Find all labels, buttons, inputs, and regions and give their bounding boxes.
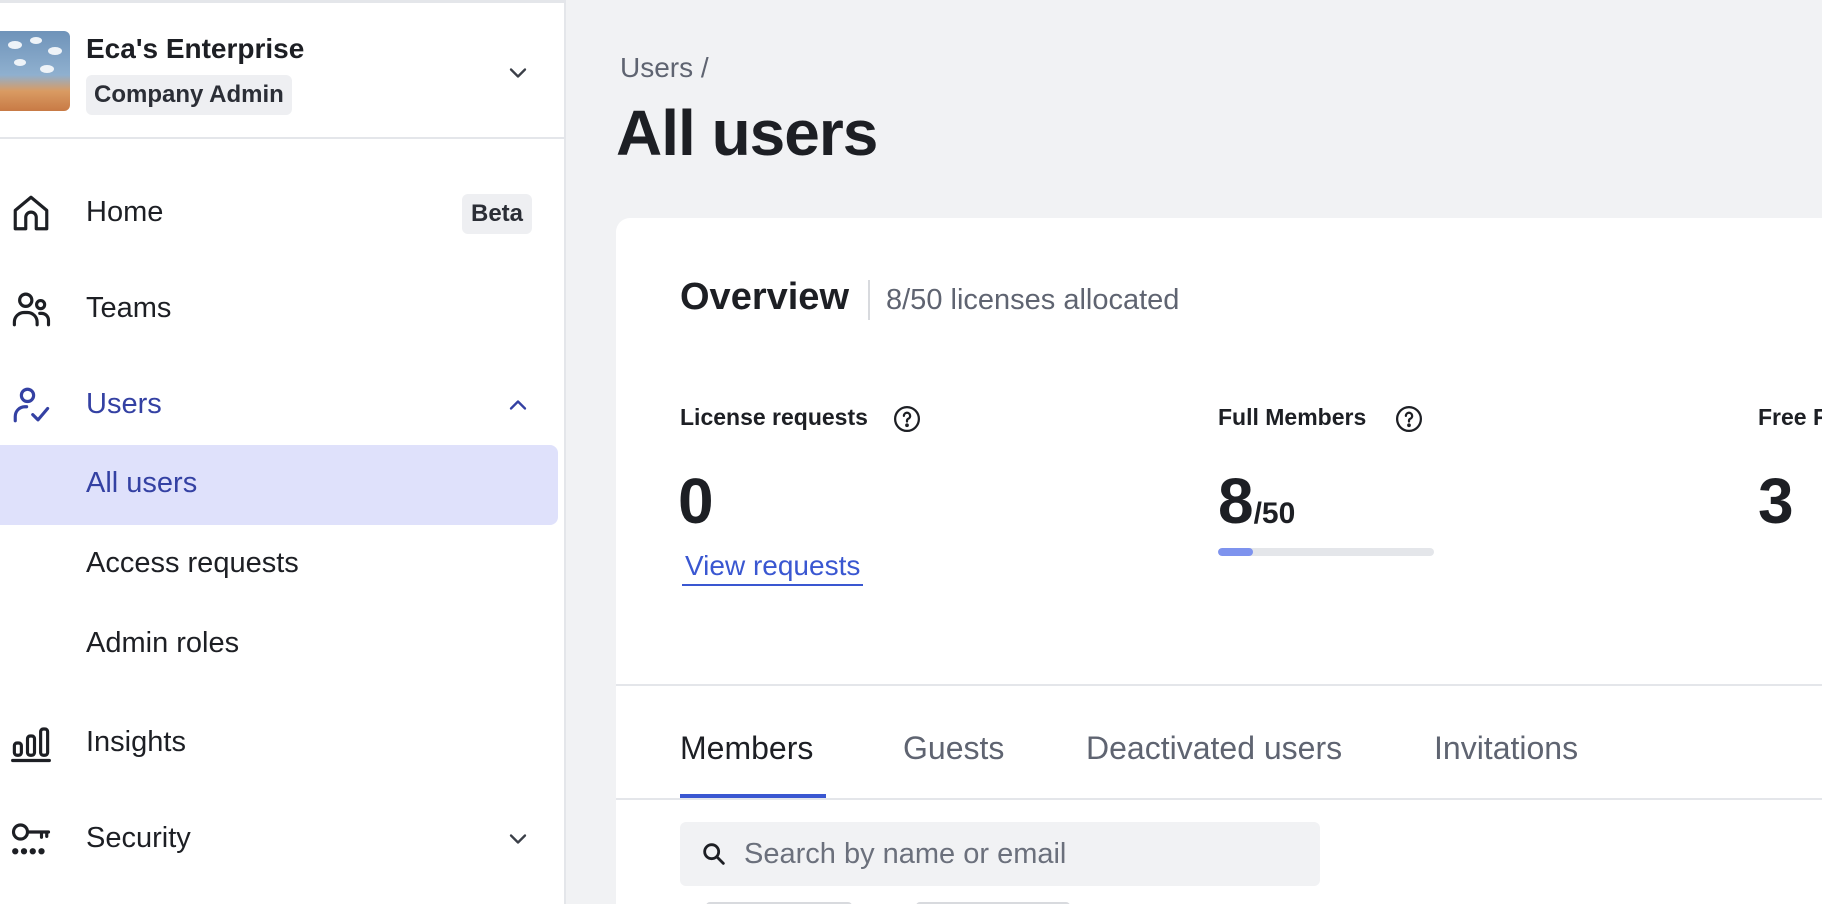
licenses-summary: 8/50 licenses allocated: [886, 284, 1180, 316]
divider: [616, 684, 1822, 686]
sidebar-subitem-all-users[interactable]: All users: [0, 445, 558, 525]
search-input[interactable]: [744, 822, 1304, 886]
bar-chart-icon: [11, 727, 51, 763]
sidebar-item-teams[interactable]: Teams: [0, 269, 564, 349]
teams-icon: [12, 292, 51, 327]
sidebar-subitem-label: Admin roles: [86, 627, 240, 659]
breadcrumb[interactable]: Users /: [620, 52, 709, 84]
chevron-down-icon[interactable]: [504, 59, 532, 87]
license-requests-count: 0: [678, 465, 714, 537]
search-icon: [703, 843, 725, 865]
home-icon: [13, 195, 49, 231]
sidebar-subitem-access-requests[interactable]: Access requests: [0, 525, 558, 605]
chevron-up-icon[interactable]: [504, 391, 532, 419]
sidebar-item-label: Users: [86, 388, 162, 420]
sidebar-subitem-admin-roles[interactable]: Admin roles: [0, 605, 558, 685]
sidebar-item-home[interactable]: Home Beta: [0, 173, 564, 253]
full-members-progress-fill: [1218, 548, 1253, 556]
free-members-label: Free F: [1758, 404, 1822, 430]
org-switcher[interactable]: Eca's Enterprise Company Admin: [0, 3, 564, 139]
org-role-badge: Company Admin: [86, 75, 292, 115]
help-icon[interactable]: [892, 404, 922, 434]
sidebar-item-label: Home: [86, 196, 164, 228]
page-title: All users: [616, 97, 878, 169]
tab-guests[interactable]: Guests: [903, 730, 1004, 767]
org-avatar: [0, 31, 70, 111]
search-box[interactable]: [680, 822, 1320, 886]
free-members-count: 3: [1758, 465, 1794, 537]
chevron-down-icon[interactable]: [504, 825, 532, 853]
sidebar-item-insights[interactable]: Insights: [0, 703, 564, 783]
sidebar-item-label: Security: [86, 822, 191, 854]
full-members-label: Full Members: [1218, 404, 1367, 430]
sidebar-item-label: Teams: [86, 292, 172, 324]
sidebar: Eca's Enterprise Company Admin Home Beta…: [0, 0, 566, 904]
sidebar-item-users[interactable]: Users: [0, 365, 564, 445]
sidebar-item-label: Insights: [86, 726, 186, 758]
view-requests-link[interactable]: View requests: [682, 550, 864, 586]
org-name: Eca's Enterprise: [86, 33, 305, 64]
full-members-total: /50: [1253, 497, 1296, 530]
sidebar-item-security[interactable]: Security: [0, 799, 564, 879]
beta-badge: Beta: [462, 194, 533, 234]
users-card: Overview 8/50 licenses allocated License…: [616, 218, 1822, 904]
divider: [868, 280, 870, 320]
full-members-value: 8: [1218, 465, 1254, 537]
tab-invitations[interactable]: Invitations: [1434, 730, 1578, 767]
key-icon: [11, 823, 51, 855]
help-icon[interactable]: [1394, 404, 1424, 434]
user-check-icon: [13, 387, 50, 423]
full-members-count: 8/50: [1218, 464, 1295, 538]
license-requests-label: License requests: [680, 404, 868, 430]
tab-members[interactable]: Members: [680, 730, 813, 767]
full-members-progress: [1218, 548, 1434, 556]
sidebar-subitem-label: Access requests: [86, 547, 299, 579]
sidebar-subitem-label: All users: [86, 467, 198, 499]
overview-title: Overview: [680, 276, 849, 318]
divider: [616, 798, 1822, 800]
tab-deactivated-users[interactable]: Deactivated users: [1086, 730, 1342, 767]
